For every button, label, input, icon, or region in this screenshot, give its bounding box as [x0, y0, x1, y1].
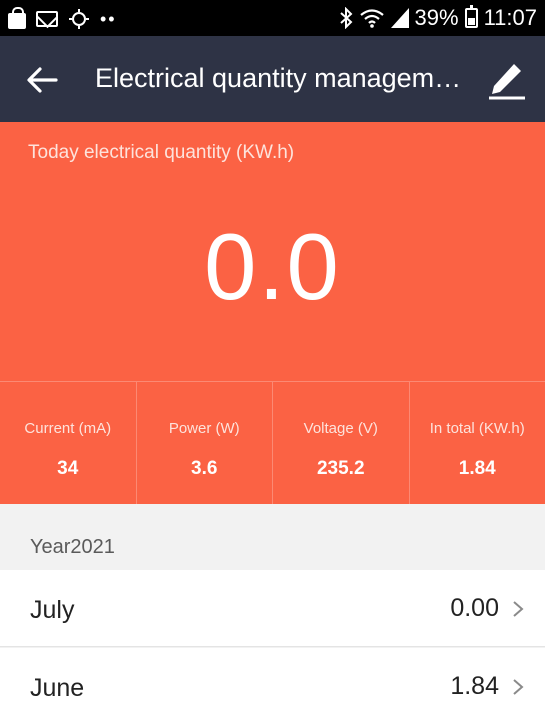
stat-label: Power (W): [168, 420, 240, 437]
stat-value: 3.6: [191, 458, 218, 479]
chevron-right-icon: [513, 601, 524, 617]
status-bar: •• 39% 11:07: [0, 0, 545, 36]
today-quantity-label: Today electrical quantity (KW.h): [28, 142, 295, 163]
today-quantity-value: 0.0: [204, 214, 341, 319]
stat-current: Current (mA) 34: [0, 382, 137, 504]
battery-icon: [464, 5, 478, 28]
signal-icon: [390, 8, 409, 28]
energy-summary-panel: Today electrical quantity (KW.h) 0.0 Cur…: [0, 122, 545, 504]
month-value: 0.00: [450, 594, 499, 622]
stat-value: 34: [57, 458, 79, 479]
battery-percent: 39%: [414, 5, 459, 30]
stat-value: 235.2: [316, 458, 365, 479]
clock: 11:07: [483, 5, 537, 30]
arrow-left-icon[interactable]: [22, 60, 62, 100]
page-title: Electrical quantity managem…: [95, 63, 462, 93]
bluetooth-icon: [339, 7, 352, 29]
chevron-right-icon: [513, 679, 524, 695]
month-value: 1.84: [450, 672, 499, 700]
month-row-june[interactable]: June 1.84: [0, 648, 545, 720]
mail-icon: [36, 11, 58, 27]
notification-icons: ••: [8, 7, 117, 30]
app-toolbar: Electrical quantity managem…: [0, 36, 545, 122]
stat-label: Voltage (V): [303, 420, 378, 437]
month-name: July: [30, 596, 75, 624]
stat-power: Power (W) 3.6: [137, 382, 273, 504]
wifi-icon: [359, 9, 384, 28]
more-notifications-icon: ••: [100, 9, 117, 29]
stat-label: In total (KW.h): [429, 420, 525, 437]
year-section-header: Year2021: [0, 504, 545, 570]
year-label: Year2021: [30, 536, 115, 558]
month-row-july[interactable]: July 0.00: [0, 570, 545, 647]
stats-row: Current (mA) 34 Power (W) 3.6 Voltage (V…: [0, 381, 545, 504]
stat-voltage: Voltage (V) 235.2: [273, 382, 410, 504]
stat-total: In total (KW.h) 1.84: [410, 382, 545, 504]
stat-label: Current (mA): [24, 420, 112, 437]
stat-value: 1.84: [458, 458, 496, 479]
pencil-icon[interactable]: [487, 58, 527, 100]
sync-icon: [69, 9, 89, 29]
shopping-bag-icon: [8, 7, 26, 29]
system-icons: 39% 11:07: [339, 4, 537, 32]
month-name: June: [30, 674, 85, 702]
